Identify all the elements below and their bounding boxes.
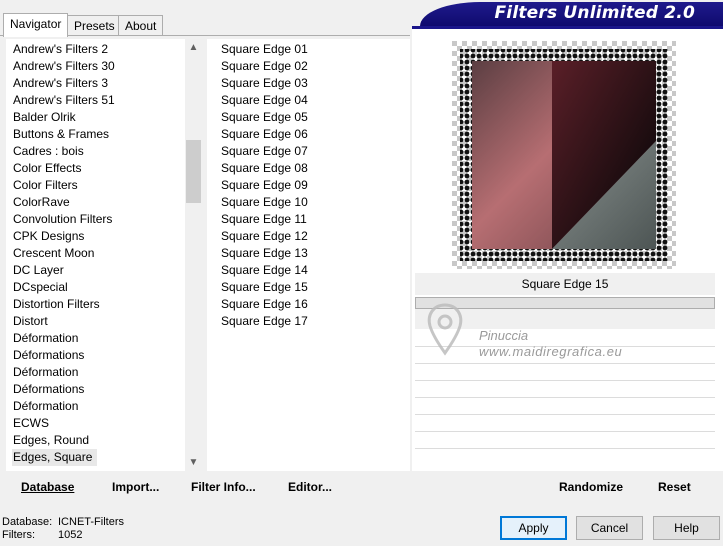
filters-status-value: 1052: [58, 529, 83, 541]
scroll-thumb[interactable]: [186, 140, 201, 203]
category-item[interactable]: DCspecial: [12, 279, 68, 296]
tab-bar: Navigator Presets About: [0, 10, 420, 37]
tab-presets[interactable]: Presets: [67, 15, 122, 36]
filter-item[interactable]: Square Edge 14: [220, 262, 308, 279]
category-item[interactable]: Andrew's Filters 2: [12, 41, 108, 58]
category-item[interactable]: Déformations: [12, 347, 84, 364]
filter-item[interactable]: Square Edge 15: [220, 279, 308, 296]
filter-item[interactable]: Square Edge 09: [220, 177, 308, 194]
category-item[interactable]: Andrew's Filters 3: [12, 75, 108, 92]
category-item[interactable]: Color Effects: [12, 160, 81, 177]
category-list[interactable]: Andrew's Filters 2 Andrew's Filters 30 And…: [6, 39, 202, 471]
category-item[interactable]: ECWS: [12, 415, 49, 432]
filter-item[interactable]: Square Edge 17: [220, 313, 308, 330]
reset-button[interactable]: Reset: [658, 480, 691, 494]
cancel-button[interactable]: Cancel: [576, 516, 643, 540]
filter-item[interactable]: Square Edge 04: [220, 92, 308, 109]
param-row-divider: [415, 380, 715, 381]
category-item[interactable]: Déformation: [12, 364, 78, 381]
preview-image: [452, 41, 676, 269]
editor-label: Editor...: [288, 480, 333, 494]
category-item[interactable]: Crescent Moon: [12, 245, 94, 262]
category-item[interactable]: Andrew's Filters 51: [12, 92, 115, 109]
database-label: Database: [21, 480, 75, 494]
database-status-value: ICNET-Filters: [58, 516, 124, 528]
category-item[interactable]: Edges, Square: [12, 449, 98, 466]
param-row-divider: [415, 363, 715, 364]
apply-button[interactable]: Apply: [500, 516, 567, 540]
editor-button[interactable]: Editor...: [288, 480, 332, 494]
filter-info-button[interactable]: Filter Info...: [191, 480, 256, 494]
category-item[interactable]: ColorRave: [12, 194, 70, 211]
preview-toolbar: Randomize Reset: [415, 473, 715, 501]
category-item[interactable]: Déformation: [12, 398, 78, 415]
category-item[interactable]: Balder Olrik: [12, 109, 76, 126]
filter-item[interactable]: Square Edge 05: [220, 109, 308, 126]
category-item[interactable]: Color Filters: [12, 177, 78, 194]
chevron-down-icon[interactable]: ▼: [185, 454, 202, 471]
param-row-divider: [415, 414, 715, 415]
filter-info-label: Filter Info...: [191, 480, 256, 494]
filter-item[interactable]: Square Edge 11: [220, 211, 307, 228]
randomize-button[interactable]: Randomize: [559, 480, 623, 494]
tab-navigator[interactable]: Navigator: [3, 13, 69, 37]
import-button[interactable]: Import...: [112, 480, 159, 494]
filter-item[interactable]: Square Edge 12: [220, 228, 308, 245]
category-item[interactable]: DC Layer: [12, 262, 64, 279]
category-item[interactable]: Andrew's Filters 30: [12, 58, 115, 75]
chevron-up-icon[interactable]: ▲: [185, 39, 202, 56]
category-item[interactable]: Buttons & Frames: [12, 126, 109, 143]
filter-item[interactable]: Square Edge 06: [220, 126, 308, 143]
filter-item[interactable]: Square Edge 07: [220, 143, 308, 160]
database-button[interactable]: Database: [21, 480, 74, 494]
category-item[interactable]: CPK Designs: [12, 228, 84, 245]
category-item[interactable]: Cadres : bois: [12, 143, 84, 160]
param-row-divider: [415, 448, 715, 449]
import-label: Import...: [112, 480, 160, 494]
category-item[interactable]: Distort: [12, 313, 48, 330]
watermark-logo: [427, 303, 463, 356]
database-status-label: Database:: [2, 516, 53, 528]
category-item[interactable]: Edges, Round: [12, 432, 89, 449]
filter-item[interactable]: Square Edge 13: [220, 245, 308, 262]
category-item[interactable]: Déformations: [12, 381, 84, 398]
param-row-divider: [415, 397, 715, 398]
filter-item[interactable]: Square Edge 10: [220, 194, 308, 211]
category-item[interactable]: Convolution Filters: [12, 211, 112, 228]
watermark-name: Pinuccia: [479, 328, 529, 343]
banner-title: Filters Unlimited 2.0: [494, 3, 695, 23]
filter-item[interactable]: Square Edge 03: [220, 75, 308, 92]
param-row-divider: [415, 431, 715, 432]
filter-item[interactable]: Square Edge 16: [220, 296, 308, 313]
tab-about[interactable]: About: [118, 15, 164, 36]
category-item[interactable]: Déformation: [12, 330, 78, 347]
watermark-url: www.maidiregrafica.eu: [479, 344, 623, 359]
list-toolbar: Database Import... Filter Info... Editor…: [6, 473, 410, 501]
filter-list[interactable]: Square Edge 01 Square Edge 02 Square Edge …: [207, 39, 410, 471]
preview-caption: Square Edge 15: [415, 273, 715, 295]
category-item[interactable]: Distortion Filters: [12, 296, 100, 313]
help-button[interactable]: Help: [653, 516, 720, 540]
filter-item[interactable]: Square Edge 08: [220, 160, 308, 177]
filter-item[interactable]: Square Edge 01: [220, 41, 308, 58]
category-scrollbar[interactable]: ▲ ▼: [185, 39, 202, 471]
filters-status-label: Filters:: [2, 529, 35, 541]
filter-item[interactable]: Square Edge 02: [220, 58, 308, 75]
